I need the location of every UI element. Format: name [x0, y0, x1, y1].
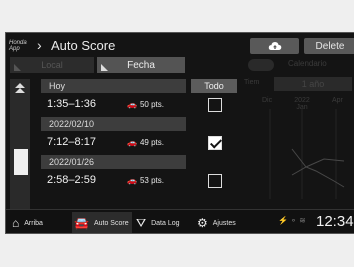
clock: 12:34	[316, 213, 354, 230]
trip-score-value: 50 pts.	[139, 100, 164, 109]
date-group-label: 2022/01/26	[49, 157, 95, 167]
page-title: Auto Score	[51, 38, 116, 53]
cloud-upload-icon	[268, 42, 281, 50]
scroll-thumb[interactable]	[14, 149, 28, 175]
calendar-toggle	[248, 59, 274, 71]
delete-button[interactable]: Delete	[304, 38, 354, 54]
select-checkbox[interactable]	[208, 98, 222, 112]
nav-label: Auto Score	[93, 219, 129, 227]
list-item[interactable]: 2:58–2:59 🚗 53 pts.	[41, 171, 186, 191]
trip-score: 🚗 50 pts.	[127, 100, 164, 109]
select-all-button[interactable]: Todo	[191, 79, 237, 93]
date-group-header: 2022/02/10	[41, 117, 186, 131]
range-label: Tiem	[244, 79, 260, 86]
trip-time: 2:58–2:59	[47, 174, 96, 186]
screen-bezel-top	[5, 5, 354, 32]
nav-item-ajustes[interactable]: ⚙ Ajustes	[197, 214, 236, 232]
score-graph-panel: Calendario Tiem 1 año Dic 2022 Jan Apr	[244, 57, 354, 207]
eco-drive-icon: 🚗	[127, 176, 137, 185]
infotainment-screen: Honda App › Auto Score Delete Local Fech…	[5, 32, 354, 234]
sort-tab-fecha-label: Fecha	[127, 59, 155, 71]
score-trend-graph	[269, 109, 345, 199]
eco-drive-icon: 🚗	[127, 100, 137, 109]
nav-item-arriba[interactable]: ⌂ Arriba	[12, 214, 43, 232]
status-icons: ⚡ ⚬ ≋	[278, 216, 306, 225]
list-scrollbar[interactable]	[10, 79, 30, 227]
nav-label: Ajustes	[212, 219, 236, 227]
range-selector: 1 año	[274, 77, 352, 91]
sort-indicator-icon	[101, 64, 108, 71]
cloud-upload-button[interactable]	[250, 38, 299, 54]
scroll-up-icon	[15, 83, 25, 93]
back-button[interactable]: ›	[37, 37, 42, 53]
date-group-header: Hoy	[41, 79, 186, 93]
sort-indicator-icon	[14, 64, 21, 71]
date-group-label: 2022/02/10	[49, 119, 95, 129]
trip-score: 🚗 49 pts.	[127, 138, 164, 147]
trip-score-value: 53 pts.	[139, 176, 164, 185]
list-item[interactable]: 7:12–8:17 🚗 49 pts.	[41, 133, 186, 153]
eco-drive-icon: 🚗	[127, 138, 137, 147]
list-item[interactable]: 1:35–1:36 🚗 50 pts.	[41, 95, 186, 115]
select-checkbox[interactable]	[208, 174, 222, 188]
nav-item-auto-score[interactable]: 🚘 Auto Score	[74, 214, 129, 232]
graph-month-label: Dic	[262, 97, 273, 104]
trip-score: 🚗 53 pts.	[127, 176, 164, 185]
sort-tab-local[interactable]: Local	[10, 57, 94, 73]
sort-tab-local-label: Local	[41, 60, 63, 70]
date-group-header: 2022/01/26	[41, 155, 186, 169]
date-group-label: Hoy	[49, 81, 66, 91]
car-icon: 🚘	[74, 216, 89, 230]
bottom-nav: ⌂ Arriba 🚘 Auto Score ⛛ Data Log ⚙ Ajust…	[6, 209, 354, 233]
score-list: Hoy Todo 1:35–1:36 🚗 50 pts. 2022/02/10 7…	[41, 79, 237, 229]
nav-label: Arriba	[24, 219, 43, 227]
sort-tab-fecha[interactable]: Fecha	[97, 57, 185, 73]
trip-time: 7:12–8:17	[47, 136, 96, 148]
home-icon: ⌂	[12, 216, 20, 230]
calendar-label: Calendario	[288, 59, 327, 68]
nav-label: Data Log	[151, 219, 180, 227]
gear-icon: ⚙	[197, 216, 208, 230]
nav-item-data-log[interactable]: ⛛ Data Log	[136, 214, 180, 232]
scroll-up-button[interactable]	[10, 79, 30, 99]
select-checkbox[interactable]	[208, 136, 222, 150]
datalog-icon: ⛛	[136, 215, 147, 230]
graph-month-label: Apr	[332, 97, 343, 104]
trip-score-value: 49 pts.	[139, 138, 164, 147]
trip-time: 1:35–1:36	[47, 98, 96, 110]
app-logo: Honda App	[9, 40, 27, 52]
header-bar: Honda App › Auto Score Delete	[6, 37, 354, 56]
